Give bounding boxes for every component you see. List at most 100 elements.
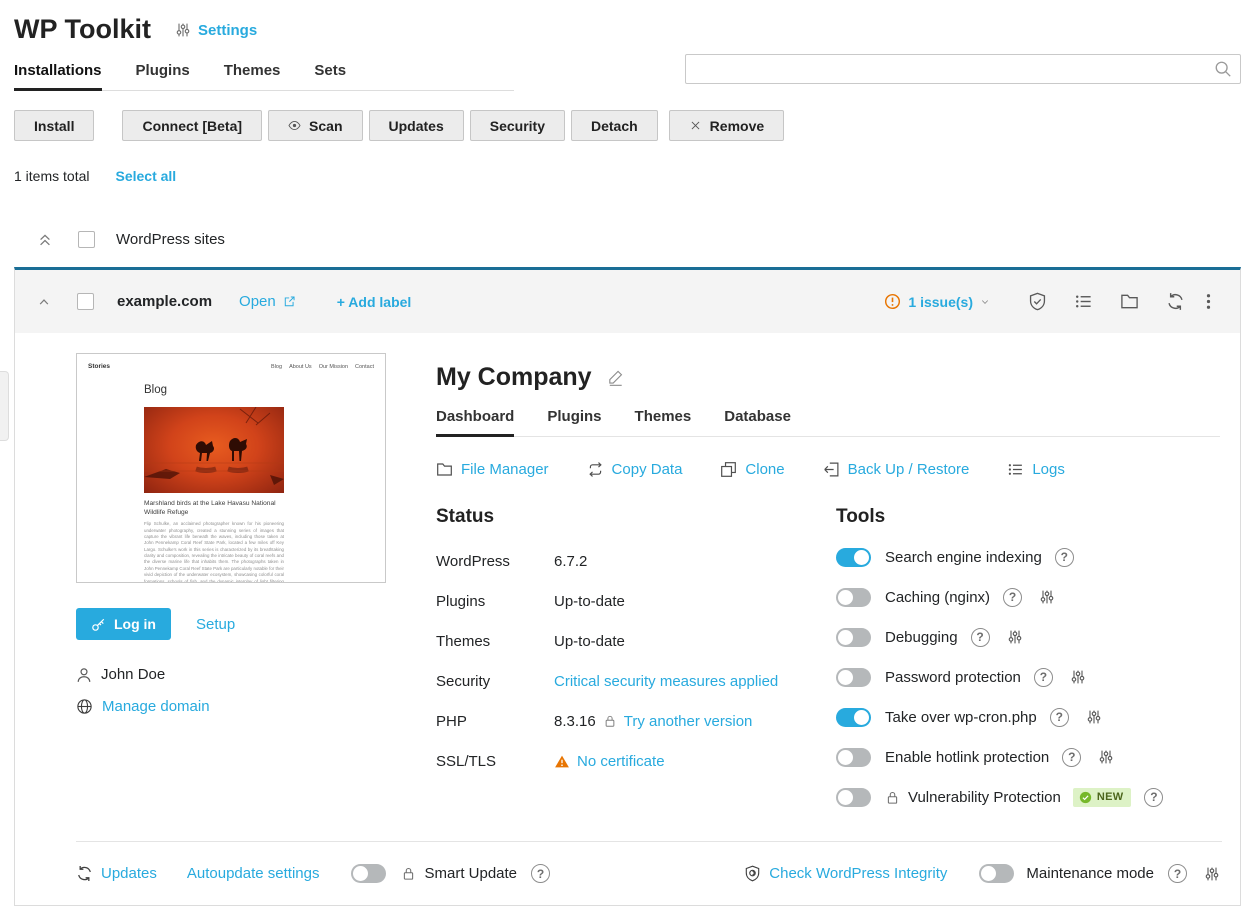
collapse-all-icon[interactable] [37, 232, 53, 248]
settings-sliders-icon[interactable] [1039, 589, 1055, 605]
tools-section: Tools Search engine indexing Caching (ng… [836, 506, 1220, 817]
try-another-version-link[interactable]: Try another version [624, 713, 753, 730]
tab-sets[interactable]: Sets [314, 58, 346, 90]
help-icon[interactable] [1055, 548, 1074, 567]
add-label-link[interactable]: + Add label [337, 294, 412, 310]
help-icon[interactable] [1062, 748, 1081, 767]
tool-row-hotlink-protection: Enable hotlink protection [836, 737, 1220, 777]
help-icon[interactable] [531, 864, 550, 883]
no-certificate-link[interactable]: No certificate [577, 753, 665, 770]
clone-link[interactable]: Clone [720, 461, 784, 478]
help-icon[interactable] [971, 628, 990, 647]
sidebar-handle[interactable] [0, 371, 9, 441]
toggle-hotlink-protection[interactable] [836, 748, 871, 767]
check-integrity-link[interactable]: Check WordPress Integrity [744, 865, 947, 882]
site-tab-dashboard[interactable]: Dashboard [436, 408, 514, 437]
toggle-maintenance-mode[interactable] [979, 864, 1014, 883]
lock-icon [603, 714, 617, 728]
settings-link[interactable]: Settings [175, 22, 257, 39]
site-card: example.com Open + Add label 1 issue(s) [14, 267, 1241, 906]
select-all-link[interactable]: Select all [115, 168, 176, 184]
help-icon[interactable] [1034, 668, 1053, 687]
settings-sliders-icon[interactable] [1070, 669, 1086, 685]
autoupdate-settings-link[interactable]: Autoupdate settings [187, 865, 320, 882]
setup-link[interactable]: Setup [196, 616, 235, 633]
toggle-password-protection[interactable] [836, 668, 871, 687]
site-left-column: Stories Blog About Us Our Mission Contac… [76, 353, 386, 817]
copy-data-label: Copy Data [612, 461, 683, 478]
install-button[interactable]: Install [14, 110, 94, 141]
settings-label: Settings [198, 22, 257, 39]
tab-installations[interactable]: Installations [14, 58, 102, 91]
tool-row-debugging: Debugging [836, 617, 1220, 657]
warning-triangle-icon [554, 754, 570, 769]
tools-heading: Tools [836, 506, 1220, 528]
search-input[interactable] [685, 54, 1241, 84]
settings-sliders-icon[interactable] [1086, 709, 1102, 725]
updates-link[interactable]: Updates [76, 865, 157, 882]
folder-icon[interactable] [1120, 292, 1139, 311]
copy-data-link[interactable]: Copy Data [587, 461, 683, 478]
list-meta: 1 items total Select all [14, 168, 1241, 184]
login-button[interactable]: Log in [76, 608, 171, 640]
settings-sliders-icon[interactable] [1007, 629, 1023, 645]
connect-button[interactable]: Connect [Beta] [122, 110, 262, 141]
folder-icon [436, 461, 453, 478]
status-label: WordPress [436, 553, 554, 570]
site-preview-thumbnail[interactable]: Stories Blog About Us Our Mission Contac… [76, 353, 386, 583]
scan-button[interactable]: Scan [268, 110, 362, 141]
status-row-ssl: SSL/TLS No certificate [436, 741, 836, 781]
site-tab-themes[interactable]: Themes [635, 408, 692, 436]
kebab-menu-icon[interactable] [1199, 292, 1218, 311]
shield-integrity-icon [744, 865, 761, 882]
help-icon[interactable] [1144, 788, 1163, 807]
settings-sliders-icon[interactable] [1098, 749, 1114, 765]
logs-link[interactable]: Logs [1007, 461, 1065, 478]
sync-icon[interactable] [1166, 292, 1185, 311]
site-tabs: Dashboard Plugins Themes Database [436, 408, 1220, 437]
tab-plugins[interactable]: Plugins [136, 58, 190, 90]
toolbar: Install Connect [Beta] Scan Updates Secu… [14, 110, 1241, 141]
status-row-security: Security Critical security measures appl… [436, 661, 836, 701]
toggle-wp-cron[interactable] [836, 708, 871, 727]
manage-domain-link[interactable]: Manage domain [76, 698, 386, 715]
tool-label: Enable hotlink protection [885, 749, 1049, 766]
toggle-caching[interactable] [836, 588, 871, 607]
collapse-card-icon[interactable] [37, 295, 51, 309]
security-label: Security [490, 118, 545, 134]
help-icon[interactable] [1003, 588, 1022, 607]
security-shield-icon[interactable] [1028, 292, 1047, 311]
preview-nav-item: Our Mission [319, 364, 348, 370]
backup-restore-link[interactable]: Back Up / Restore [823, 461, 970, 478]
quick-actions: File Manager Copy Data Clone Back Up / R… [436, 461, 1220, 478]
updates-button[interactable]: Updates [369, 110, 464, 141]
toggle-search-engine-indexing[interactable] [836, 548, 871, 567]
edit-pencil-icon[interactable] [607, 369, 624, 386]
open-site-link[interactable]: Open [239, 293, 296, 310]
help-icon[interactable] [1168, 864, 1187, 883]
list-icon[interactable] [1074, 292, 1093, 311]
lock-icon [885, 790, 900, 805]
site-tab-plugins[interactable]: Plugins [547, 408, 601, 436]
tool-label: Password protection [885, 669, 1021, 686]
security-measures-link[interactable]: Critical security measures applied [554, 673, 778, 690]
site-checkbox[interactable] [77, 293, 94, 310]
toggle-smart-update[interactable] [351, 864, 386, 883]
help-icon[interactable] [1050, 708, 1069, 727]
file-manager-link[interactable]: File Manager [436, 461, 549, 478]
settings-sliders-icon[interactable] [1204, 866, 1220, 882]
security-button[interactable]: Security [470, 110, 565, 141]
group-checkbox[interactable] [78, 231, 95, 248]
app-title: WP Toolkit [14, 14, 151, 45]
toggle-debugging[interactable] [836, 628, 871, 647]
remove-button[interactable]: Remove [669, 110, 784, 141]
site-card-footer: Updates Autoupdate settings Smart Update… [15, 842, 1240, 905]
search-icon[interactable] [1214, 60, 1232, 78]
tool-row-search-engine-indexing: Search engine indexing [836, 537, 1220, 577]
file-manager-label: File Manager [461, 461, 549, 478]
detach-button[interactable]: Detach [571, 110, 658, 141]
tab-themes[interactable]: Themes [224, 58, 281, 90]
toggle-vulnerability-protection[interactable] [836, 788, 871, 807]
issues-dropdown[interactable]: 1 issue(s) [884, 293, 990, 310]
site-tab-database[interactable]: Database [724, 408, 791, 436]
